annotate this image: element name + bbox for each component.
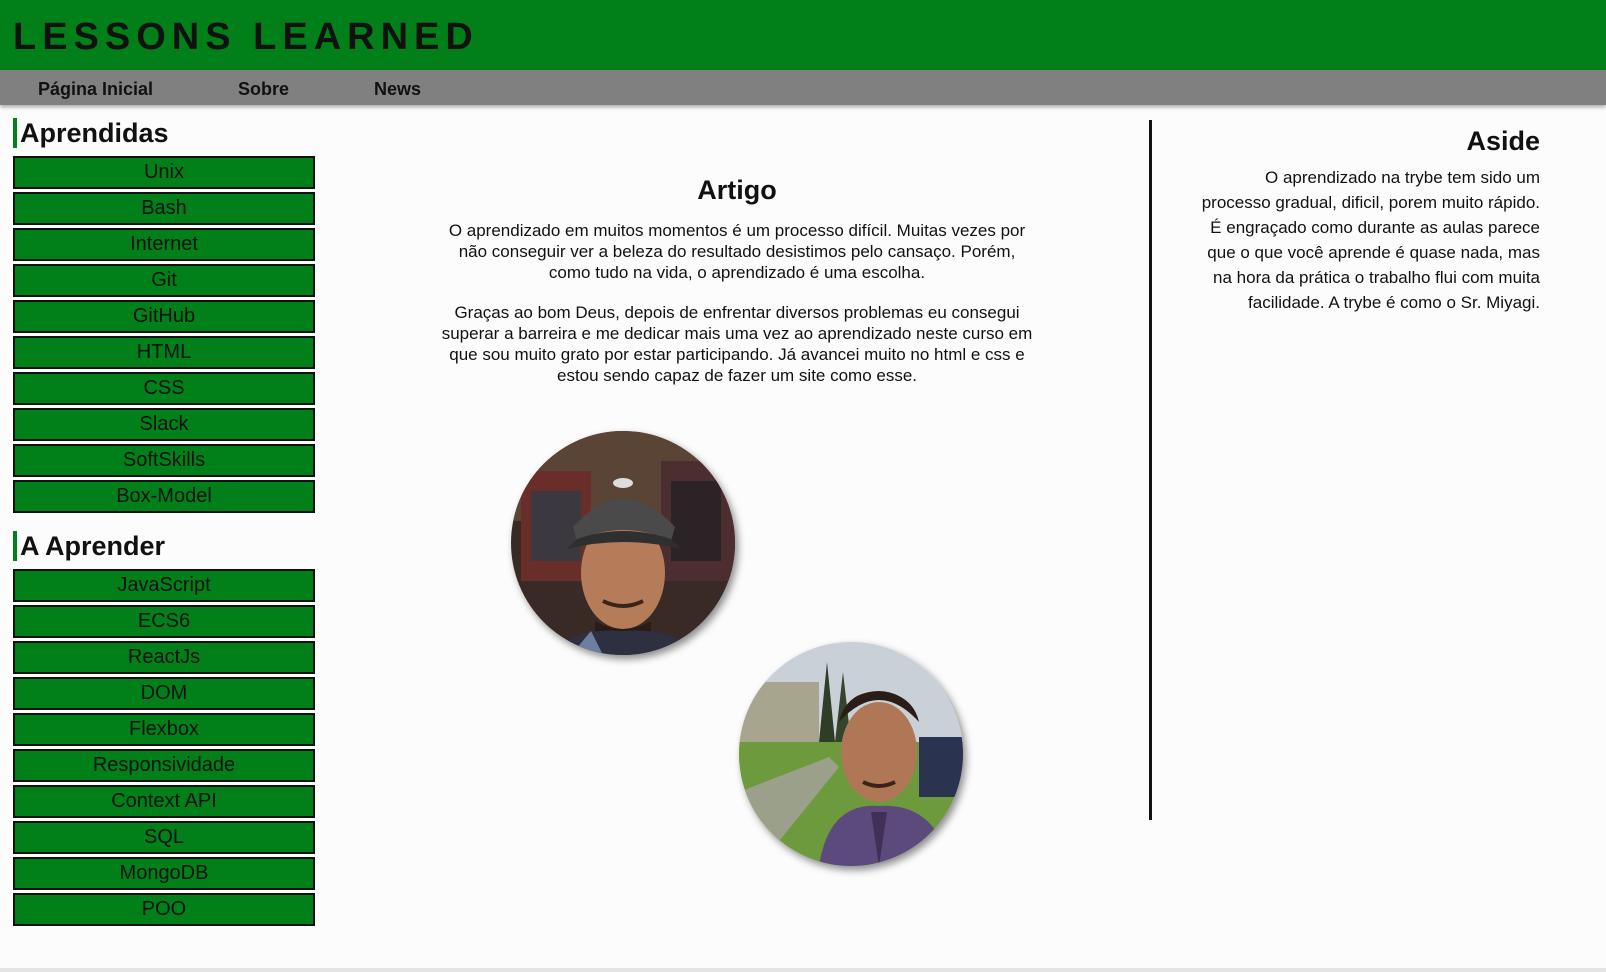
topic-button-github[interactable]: GitHub <box>13 300 315 333</box>
topic-button-html[interactable]: HTML <box>13 336 315 369</box>
nav-bar: Página Inicial Sobre News <box>0 70 1606 105</box>
topic-button-unix[interactable]: Unix <box>13 156 315 189</box>
topic-button-poo[interactable]: POO <box>13 893 315 926</box>
article: Artigo O aprendizado em muitos momentos … <box>440 175 1034 405</box>
site-title: LESSONS LEARNED <box>13 16 479 58</box>
topic-button-flexbox[interactable]: Flexbox <box>13 713 315 746</box>
aside-title: Aside <box>1466 126 1540 156</box>
aside-panel: Aside O aprendizado na trybe tem sido um… <box>1200 126 1540 315</box>
profile-photo-outdoor-image <box>739 642 963 866</box>
topic-button-slack[interactable]: Slack <box>13 408 315 441</box>
topic-button-bash[interactable]: Bash <box>13 192 315 225</box>
nav-link-about[interactable]: Sobre <box>238 79 289 100</box>
header-bar: LESSONS LEARNED <box>0 0 1606 70</box>
column-divider <box>1149 120 1152 820</box>
nav-link-news[interactable]: News <box>374 79 421 100</box>
topic-button-softskills[interactable]: SoftSkills <box>13 444 315 477</box>
article-paragraph: Graças ao bom Deus, depois de enfrentar … <box>441 303 1033 385</box>
topic-button-css[interactable]: CSS <box>13 372 315 405</box>
topic-button-dom[interactable]: DOM <box>13 677 315 710</box>
profile-photo-outdoor <box>739 642 963 866</box>
topic-button-box-model[interactable]: Box-Model <box>13 480 315 513</box>
to-learn-list: JavaScript ECS6 ReactJs DOM Flexbox Resp… <box>13 569 315 926</box>
article-title: Artigo <box>697 175 777 205</box>
profile-photo-cap-image <box>511 431 735 655</box>
article-paragraph: O aprendizado em muitos momentos é um pr… <box>448 221 1026 282</box>
page-bottom-divider <box>0 968 1606 972</box>
topic-button-javascript[interactable]: JavaScript <box>13 569 315 602</box>
topic-button-ecs6[interactable]: ECS6 <box>13 605 315 638</box>
nav-link-home[interactable]: Página Inicial <box>38 79 153 100</box>
topics-sidebar: Aprendidas Unix Bash Internet Git GitHub… <box>13 118 315 929</box>
to-learn-heading: A Aprender <box>13 531 315 561</box>
topic-button-internet[interactable]: Internet <box>13 228 315 261</box>
topic-button-mongodb[interactable]: MongoDB <box>13 857 315 890</box>
topic-button-context-api[interactable]: Context API <box>13 785 315 818</box>
profile-photo-cap <box>511 431 735 655</box>
topic-button-git[interactable]: Git <box>13 264 315 297</box>
topic-button-responsividade[interactable]: Responsividade <box>13 749 315 782</box>
topic-button-reactjs[interactable]: ReactJs <box>13 641 315 674</box>
learned-heading: Aprendidas <box>13 118 315 148</box>
topic-button-sql[interactable]: SQL <box>13 821 315 854</box>
aside-text: O aprendizado na trybe tem sido um proce… <box>1201 168 1540 312</box>
learned-list: Unix Bash Internet Git GitHub HTML CSS S… <box>13 156 315 513</box>
